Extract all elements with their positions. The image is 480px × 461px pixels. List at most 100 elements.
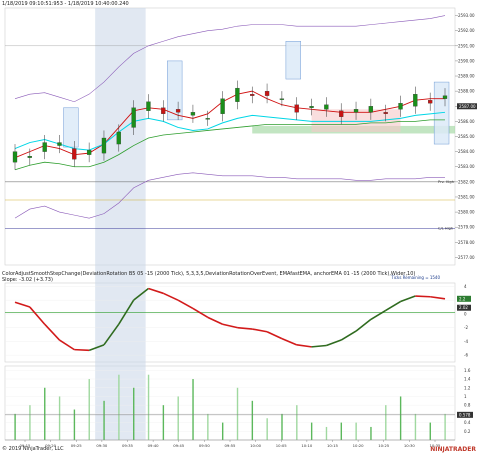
candle-body xyxy=(413,94,418,107)
volume-bar xyxy=(281,413,283,440)
price-tick-label: 2590.00 xyxy=(458,58,475,63)
candle-body xyxy=(116,131,121,145)
price-tick-label: 2591.00 xyxy=(458,43,475,48)
volume-bar xyxy=(14,413,16,440)
ctl-high-label: C/L High xyxy=(438,227,453,231)
volume-bar xyxy=(429,422,431,440)
volume-bar xyxy=(355,422,357,440)
time-tick-label: 09:55 xyxy=(225,443,237,448)
price-tick-label: 2584.00 xyxy=(458,149,475,154)
volume-bar xyxy=(44,387,46,440)
volume-tick-label: 1.6 xyxy=(464,368,471,373)
volume-tick-label: 0.2 xyxy=(464,429,471,434)
indicator-tick-label: -6 xyxy=(464,353,468,358)
volume-bar xyxy=(414,413,417,440)
volume-value-label: 0.578 xyxy=(459,412,471,417)
volume-bar xyxy=(192,379,194,440)
candle-body xyxy=(161,107,166,114)
price-tick-label: 2586.00 xyxy=(458,119,475,124)
volume-tick-label: 1 xyxy=(464,394,467,399)
candle-body xyxy=(250,94,255,96)
copyright-label: © 2019 NinjaTrader, LLC xyxy=(2,446,64,452)
time-tick-label: 09:30 xyxy=(96,443,108,448)
volume-bar xyxy=(310,422,313,440)
volume-bar xyxy=(118,374,120,440)
volume-tick-label: 1.4 xyxy=(464,377,471,382)
volume-bar xyxy=(133,387,135,440)
volume-bar xyxy=(221,422,224,440)
indicator-header: ColorAdjustSmoothStepChange(DeviationRot… xyxy=(2,271,416,277)
candle-body xyxy=(86,149,92,155)
volume-bar xyxy=(251,400,254,440)
candle-body xyxy=(205,118,210,120)
price-tick-label: 2589.00 xyxy=(458,74,475,79)
volume-tick-label: 0.4 xyxy=(464,420,471,425)
indicator-subheader: Slope: -3.02 (+3.73) xyxy=(2,277,53,283)
candle-body xyxy=(428,100,433,104)
price-tick-label: 2579.00 xyxy=(458,225,475,230)
prev-high-label: Prv. High xyxy=(438,180,454,184)
candle-body xyxy=(442,95,448,99)
candle-body xyxy=(398,103,403,110)
time-tick-label: 10:00 xyxy=(250,443,262,448)
candle-body xyxy=(264,90,270,96)
oscillator-segment xyxy=(415,295,431,298)
volume-bar xyxy=(399,396,402,440)
indicator-tick-label: -2 xyxy=(464,325,468,330)
candle-body xyxy=(309,106,314,108)
candle-body xyxy=(324,104,329,110)
price-tick-label: 2578.00 xyxy=(458,240,475,245)
candle-body xyxy=(101,137,107,154)
target-box xyxy=(285,41,301,80)
candle-body xyxy=(146,101,151,111)
time-tick-label: 09:25 xyxy=(71,443,83,448)
time-tick-label: 10:15 xyxy=(327,443,339,448)
candle-body xyxy=(175,109,181,113)
price-tick-label: 2582.00 xyxy=(458,179,475,184)
candle-body xyxy=(42,142,47,152)
time-tick-label: 10:10 xyxy=(301,443,313,448)
volume-bar xyxy=(73,409,76,440)
indicator-tick-label: 0 xyxy=(464,311,467,316)
volume-bar xyxy=(207,413,209,440)
candle-body xyxy=(353,109,359,113)
volume-bar xyxy=(29,405,31,440)
chart-header: 1/18/2019 09:10:51:953 - 1/18/2019 10:40… xyxy=(2,1,129,7)
indicator-value-label: 2.2 xyxy=(459,296,466,301)
candle-body xyxy=(220,98,225,114)
volume-panel xyxy=(4,365,456,441)
candle-body xyxy=(339,110,344,117)
volume-tick-label: 0.8 xyxy=(464,403,471,408)
time-tick-label: 10:20 xyxy=(353,443,365,448)
price-tick-label: 2588.00 xyxy=(458,89,475,94)
time-tick-label: 09:40 xyxy=(148,443,160,448)
price-tick-label: 2580.00 xyxy=(458,210,475,215)
volume-bar xyxy=(325,426,328,440)
time-tick-label: 09:50 xyxy=(199,443,211,448)
volume-bar xyxy=(370,426,372,440)
candle-body xyxy=(279,98,285,100)
candle-body xyxy=(368,106,374,113)
volume-bar xyxy=(340,422,343,440)
price-tick-label: 2593.00 xyxy=(458,13,475,18)
volume-bar xyxy=(266,418,268,440)
time-tick-label: 10:05 xyxy=(276,443,288,448)
candle-body xyxy=(12,151,18,163)
chart-canvas: 2593.00 2592.00 2591.00 2590.00 2589.00 2588.… xyxy=(4,7,477,448)
volume-bar xyxy=(177,396,179,440)
candle-body xyxy=(72,148,77,160)
volume-bar xyxy=(88,379,90,440)
price-tick-label: 2577.00 xyxy=(458,255,475,260)
volume-bar xyxy=(147,374,150,440)
chart-window: 2593.00 2592.00 2591.00 2590.00 2589.00 2588.… xyxy=(0,0,480,461)
session-highlight-band xyxy=(95,8,146,440)
candle-body xyxy=(294,104,299,113)
indicator-tick-label: 4 xyxy=(464,284,467,289)
indicator-tick-label: -4 xyxy=(464,339,468,344)
candle-body xyxy=(235,87,240,102)
price-tick-label: 2592.00 xyxy=(458,28,475,33)
candle-body xyxy=(190,112,196,116)
last-price-label: 2587.00 xyxy=(459,104,476,109)
candle-body xyxy=(57,142,62,146)
candle-body xyxy=(131,107,136,128)
